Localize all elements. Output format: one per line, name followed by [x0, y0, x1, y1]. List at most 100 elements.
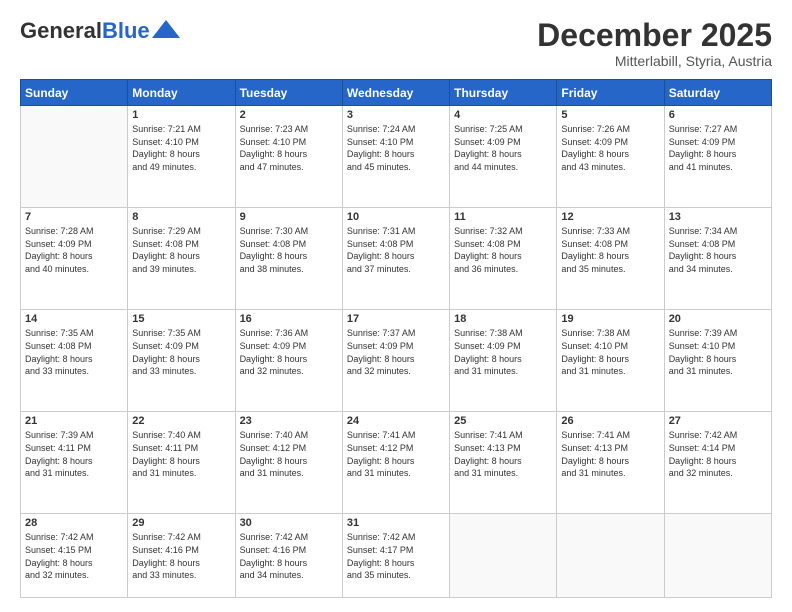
logo-blue: Blue: [102, 18, 150, 44]
header: General Blue December 2025 Mitterlabill,…: [20, 18, 772, 69]
day-info: Sunrise: 7:40 AM Sunset: 4:11 PM Dayligh…: [132, 429, 230, 479]
calendar-cell: 23 Sunrise: 7:40 AM Sunset: 4:12 PM Dayli…: [235, 412, 342, 514]
calendar-cell: [664, 514, 771, 598]
day-info: Sunrise: 7:42 AM Sunset: 4:16 PM Dayligh…: [132, 531, 230, 581]
day-number: 8: [132, 211, 230, 223]
col-header-tuesday: Tuesday: [235, 80, 342, 106]
day-number: 27: [669, 415, 767, 427]
calendar-cell: 15 Sunrise: 7:35 AM Sunset: 4:09 PM Dayli…: [128, 310, 235, 412]
week-row-2: 7 Sunrise: 7:28 AM Sunset: 4:09 PM Daylig…: [21, 208, 772, 310]
logo-icon: [152, 20, 180, 38]
col-header-sunday: Sunday: [21, 80, 128, 106]
day-number: 25: [454, 415, 552, 427]
day-info: Sunrise: 7:32 AM Sunset: 4:08 PM Dayligh…: [454, 225, 552, 275]
calendar-cell: 17 Sunrise: 7:37 AM Sunset: 4:09 PM Dayli…: [342, 310, 449, 412]
calendar-cell: 9 Sunrise: 7:30 AM Sunset: 4:08 PM Daylig…: [235, 208, 342, 310]
day-number: 22: [132, 415, 230, 427]
day-info: Sunrise: 7:21 AM Sunset: 4:10 PM Dayligh…: [132, 123, 230, 173]
day-number: 18: [454, 313, 552, 325]
col-header-saturday: Saturday: [664, 80, 771, 106]
day-info: Sunrise: 7:42 AM Sunset: 4:15 PM Dayligh…: [25, 531, 123, 581]
logo: General Blue: [20, 18, 180, 44]
day-number: 11: [454, 211, 552, 223]
calendar-cell: 3 Sunrise: 7:24 AM Sunset: 4:10 PM Daylig…: [342, 106, 449, 208]
day-info: Sunrise: 7:30 AM Sunset: 4:08 PM Dayligh…: [240, 225, 338, 275]
calendar-cell: 28Sunrise: 7:42 AM Sunset: 4:15 PM Dayli…: [21, 514, 128, 598]
calendar-cell: 25Sunrise: 7:41 AM Sunset: 4:13 PM Dayli…: [450, 412, 557, 514]
day-number: 16: [240, 313, 338, 325]
calendar-cell: 6 Sunrise: 7:27 AM Sunset: 4:09 PM Daylig…: [664, 106, 771, 208]
day-info: Sunrise: 7:25 AM Sunset: 4:09 PM Dayligh…: [454, 123, 552, 173]
calendar-cell: 1Sunrise: 7:21 AM Sunset: 4:10 PM Daylig…: [128, 106, 235, 208]
day-number: 12: [561, 211, 659, 223]
calendar-cell: 29 Sunrise: 7:42 AM Sunset: 4:16 PM Dayli…: [128, 514, 235, 598]
day-info: Sunrise: 7:27 AM Sunset: 4:09 PM Dayligh…: [669, 123, 767, 173]
day-info: Sunrise: 7:34 AM Sunset: 4:08 PM Dayligh…: [669, 225, 767, 275]
day-number: 26: [561, 415, 659, 427]
calendar-cell: 12 Sunrise: 7:33 AM Sunset: 4:08 PM Dayli…: [557, 208, 664, 310]
day-number: 6: [669, 109, 767, 121]
day-info: Sunrise: 7:31 AM Sunset: 4:08 PM Dayligh…: [347, 225, 445, 275]
col-header-wednesday: Wednesday: [342, 80, 449, 106]
day-info: Sunrise: 7:42 AM Sunset: 4:14 PM Dayligh…: [669, 429, 767, 479]
day-number: 20: [669, 313, 767, 325]
calendar-cell: 18 Sunrise: 7:38 AM Sunset: 4:09 PM Dayli…: [450, 310, 557, 412]
day-info: Sunrise: 7:38 AM Sunset: 4:09 PM Dayligh…: [454, 327, 552, 377]
calendar-cell: 10 Sunrise: 7:31 AM Sunset: 4:08 PM Dayli…: [342, 208, 449, 310]
page: General Blue December 2025 Mitterlabill,…: [0, 0, 792, 612]
calendar-cell: 8 Sunrise: 7:29 AM Sunset: 4:08 PM Daylig…: [128, 208, 235, 310]
day-number: 29: [132, 517, 230, 529]
calendar-cell: 31 Sunrise: 7:42 AM Sunset: 4:17 PM Dayli…: [342, 514, 449, 598]
day-info: Sunrise: 7:37 AM Sunset: 4:09 PM Dayligh…: [347, 327, 445, 377]
calendar-cell: 20 Sunrise: 7:39 AM Sunset: 4:10 PM Dayli…: [664, 310, 771, 412]
title-section: December 2025 Mitterlabill, Styria, Aust…: [537, 18, 772, 69]
week-row-3: 14 Sunrise: 7:35 AM Sunset: 4:08 PM Dayli…: [21, 310, 772, 412]
calendar-cell: 19 Sunrise: 7:38 AM Sunset: 4:10 PM Dayli…: [557, 310, 664, 412]
calendar-cell: 30 Sunrise: 7:42 AM Sunset: 4:16 PM Dayli…: [235, 514, 342, 598]
day-info: Sunrise: 7:33 AM Sunset: 4:08 PM Dayligh…: [561, 225, 659, 275]
calendar-cell: 4Sunrise: 7:25 AM Sunset: 4:09 PM Daylig…: [450, 106, 557, 208]
day-number: 23: [240, 415, 338, 427]
col-header-friday: Friday: [557, 80, 664, 106]
calendar-cell: 26Sunrise: 7:41 AM Sunset: 4:13 PM Dayli…: [557, 412, 664, 514]
day-info: Sunrise: 7:39 AM Sunset: 4:10 PM Dayligh…: [669, 327, 767, 377]
day-number: 7: [25, 211, 123, 223]
calendar-cell: 22 Sunrise: 7:40 AM Sunset: 4:11 PM Dayli…: [128, 412, 235, 514]
day-info: Sunrise: 7:35 AM Sunset: 4:09 PM Dayligh…: [132, 327, 230, 377]
calendar-cell: [450, 514, 557, 598]
day-number: 17: [347, 313, 445, 325]
day-info: Sunrise: 7:24 AM Sunset: 4:10 PM Dayligh…: [347, 123, 445, 173]
week-row-1: 1Sunrise: 7:21 AM Sunset: 4:10 PM Daylig…: [21, 106, 772, 208]
logo-general: General: [20, 18, 102, 44]
day-info: Sunrise: 7:23 AM Sunset: 4:10 PM Dayligh…: [240, 123, 338, 173]
day-info: Sunrise: 7:35 AM Sunset: 4:08 PM Dayligh…: [25, 327, 123, 377]
calendar-cell: [21, 106, 128, 208]
col-header-thursday: Thursday: [450, 80, 557, 106]
week-row-4: 21Sunrise: 7:39 AM Sunset: 4:11 PM Dayli…: [21, 412, 772, 514]
location: Mitterlabill, Styria, Austria: [537, 53, 772, 69]
day-info: Sunrise: 7:40 AM Sunset: 4:12 PM Dayligh…: [240, 429, 338, 479]
day-info: Sunrise: 7:29 AM Sunset: 4:08 PM Dayligh…: [132, 225, 230, 275]
day-info: Sunrise: 7:41 AM Sunset: 4:12 PM Dayligh…: [347, 429, 445, 479]
calendar-cell: 11 Sunrise: 7:32 AM Sunset: 4:08 PM Dayli…: [450, 208, 557, 310]
day-info: Sunrise: 7:42 AM Sunset: 4:17 PM Dayligh…: [347, 531, 445, 581]
calendar-cell: 7 Sunrise: 7:28 AM Sunset: 4:09 PM Daylig…: [21, 208, 128, 310]
day-info: Sunrise: 7:38 AM Sunset: 4:10 PM Dayligh…: [561, 327, 659, 377]
day-info: Sunrise: 7:28 AM Sunset: 4:09 PM Dayligh…: [25, 225, 123, 275]
day-number: 10: [347, 211, 445, 223]
calendar-cell: [557, 514, 664, 598]
day-info: Sunrise: 7:42 AM Sunset: 4:16 PM Dayligh…: [240, 531, 338, 581]
day-number: 14: [25, 313, 123, 325]
calendar-cell: 24 Sunrise: 7:41 AM Sunset: 4:12 PM Dayli…: [342, 412, 449, 514]
calendar-table: SundayMondayTuesdayWednesdayThursdayFrid…: [20, 79, 772, 598]
day-number: 31: [347, 517, 445, 529]
day-number: 2: [240, 109, 338, 121]
day-number: 15: [132, 313, 230, 325]
calendar-cell: 2 Sunrise: 7:23 AM Sunset: 4:10 PM Daylig…: [235, 106, 342, 208]
day-number: 19: [561, 313, 659, 325]
day-number: 24: [347, 415, 445, 427]
day-number: 30: [240, 517, 338, 529]
day-number: 3: [347, 109, 445, 121]
day-info: Sunrise: 7:36 AM Sunset: 4:09 PM Dayligh…: [240, 327, 338, 377]
day-number: 9: [240, 211, 338, 223]
